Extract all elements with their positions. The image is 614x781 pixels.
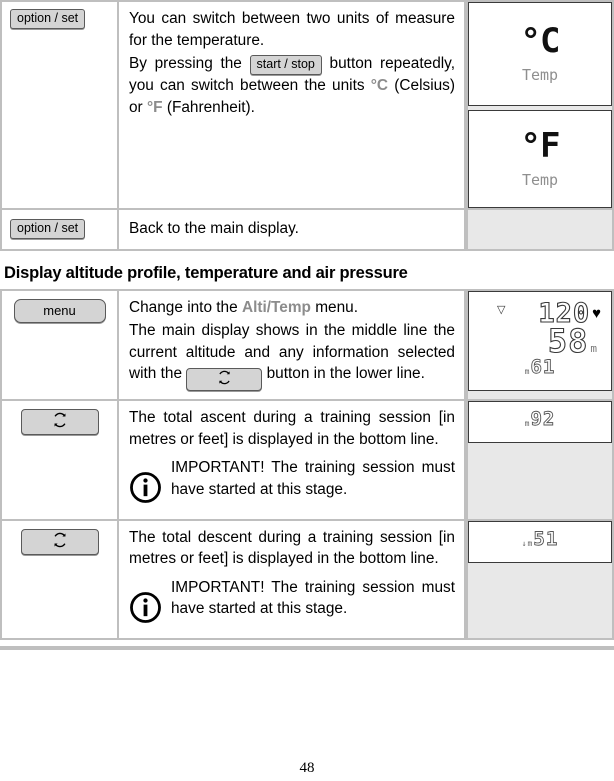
description-cell: Back to the main display. xyxy=(118,210,466,251)
cycle-button[interactable] xyxy=(186,368,263,391)
cycle-button[interactable] xyxy=(20,409,99,435)
display-cell: ↓ m 51 xyxy=(466,520,614,640)
page-number: 48 xyxy=(299,760,315,776)
lcd-display-fahrenheit: °F Temp xyxy=(468,110,612,208)
paragraph-units-switch: By pressing the start / stop button repe… xyxy=(129,53,455,118)
manual-page: option / set You can switch between two … xyxy=(0,0,614,781)
description-cell: You can switch between two units of meas… xyxy=(118,0,466,210)
paragraph-total-descent: The total descent during a training sess… xyxy=(129,528,455,568)
cycle-arrows-icon xyxy=(217,370,232,389)
paragraph-units-intro: You can switch between two units of meas… xyxy=(129,10,455,49)
description-cell: The total descent during a training sess… xyxy=(118,520,466,640)
lcd-middle-unit: m xyxy=(590,341,597,355)
lcd-display-ascent: m 92 xyxy=(468,401,612,443)
lcd-label-temp: Temp xyxy=(521,66,559,84)
cycle-button[interactable] xyxy=(20,528,99,555)
lcd-display-altitude-profile: ▽ 120 ♥ 58 m m 61 xyxy=(468,290,612,391)
button-cell: menu xyxy=(0,288,118,401)
paragraph-main-display: The main display shows in the middle lin… xyxy=(129,320,455,391)
display-cell: m 92 xyxy=(466,401,614,521)
info-circle-icon xyxy=(129,577,163,631)
fahrenheit-word: (Fahrenheit). xyxy=(166,98,255,116)
text-change-into: Change into the xyxy=(129,298,238,316)
table-row: The total ascent during a training sessi… xyxy=(0,401,614,521)
temperature-unit-table: option / set You can switch between two … xyxy=(0,0,614,251)
button-cell: option / set xyxy=(0,210,118,251)
fahrenheit-symbol: °F xyxy=(146,98,163,116)
start-stop-button[interactable]: start / stop xyxy=(249,55,322,75)
button-cell: option / set xyxy=(0,0,118,210)
button-cell xyxy=(0,401,118,521)
alti-temp-table: menu Change into the Alti/Temp menu. The… xyxy=(0,288,614,640)
lcd-ascent-value: 92 xyxy=(530,408,556,430)
note-text: IMPORTANT! The training session must hav… xyxy=(171,459,455,498)
description-cell: Change into the Alti/Temp menu. The main… xyxy=(118,288,466,401)
option-set-button[interactable]: option / set xyxy=(10,9,86,29)
lcd-display-descent: ↓ m 51 xyxy=(468,520,612,563)
cycle-arrows-icon xyxy=(52,532,68,552)
paragraph-change-menu: Change into the Alti/Temp menu. xyxy=(129,297,455,319)
table-row: menu Change into the Alti/Temp menu. The… xyxy=(0,288,614,401)
text-menu-word: menu. xyxy=(315,298,359,316)
lcd-unit-value: °F xyxy=(520,126,561,166)
description-cell: The total ascent during a training sessi… xyxy=(118,401,466,521)
table-row: The total descent during a training sess… xyxy=(0,520,614,640)
display-cell: ▽ 120 ♥ 58 m m 61 xyxy=(466,288,614,401)
descent-arrow-icon: ↓ xyxy=(521,538,527,548)
lcd-bottom-value: 61 xyxy=(530,355,556,378)
lcd-unit-value: °C xyxy=(520,21,561,61)
paragraph-back-to-main: Back to the main display. xyxy=(129,220,299,237)
display-cell: °C Temp °F Temp xyxy=(466,0,614,210)
option-set-button[interactable]: option / set xyxy=(10,219,86,239)
text-button-lower-line: button in the lower line. xyxy=(266,365,425,382)
lcd-descent-unit: m xyxy=(527,538,533,548)
lcd-bottom-unit: m xyxy=(524,366,530,376)
heart-icon: ♥ xyxy=(592,304,601,322)
button-cell xyxy=(0,520,118,640)
important-note: IMPORTANT! The training session must hav… xyxy=(129,577,455,631)
table-row: option / set Back to the main display. xyxy=(0,210,614,251)
lcd-descent-value: 51 xyxy=(533,527,559,550)
section-heading: Display altitude profile, temperature an… xyxy=(4,263,408,282)
lcd-label-temp: Temp xyxy=(521,171,559,189)
menu-button[interactable]: menu xyxy=(13,298,106,323)
paragraph-total-ascent: The total ascent during a training sessi… xyxy=(129,409,455,448)
footer-divider xyxy=(0,646,614,650)
lcd-ascent-unit: m xyxy=(524,419,530,428)
display-cell-empty xyxy=(466,210,614,251)
celsius-symbol: °C xyxy=(370,77,389,94)
cycle-arrows-icon xyxy=(52,412,68,432)
lcd-display-celsius: °C Temp xyxy=(468,2,612,106)
alti-temp-label: Alti/Temp xyxy=(241,298,311,316)
text-before-startstop: By pressing the xyxy=(129,55,242,72)
info-circle-icon xyxy=(129,457,163,511)
table-row: option / set You can switch between two … xyxy=(0,0,614,210)
note-text: IMPORTANT! The training session must hav… xyxy=(171,578,455,618)
lcd-middle-value: 58 xyxy=(547,321,589,360)
important-note: IMPORTANT! The training session must hav… xyxy=(129,457,455,511)
